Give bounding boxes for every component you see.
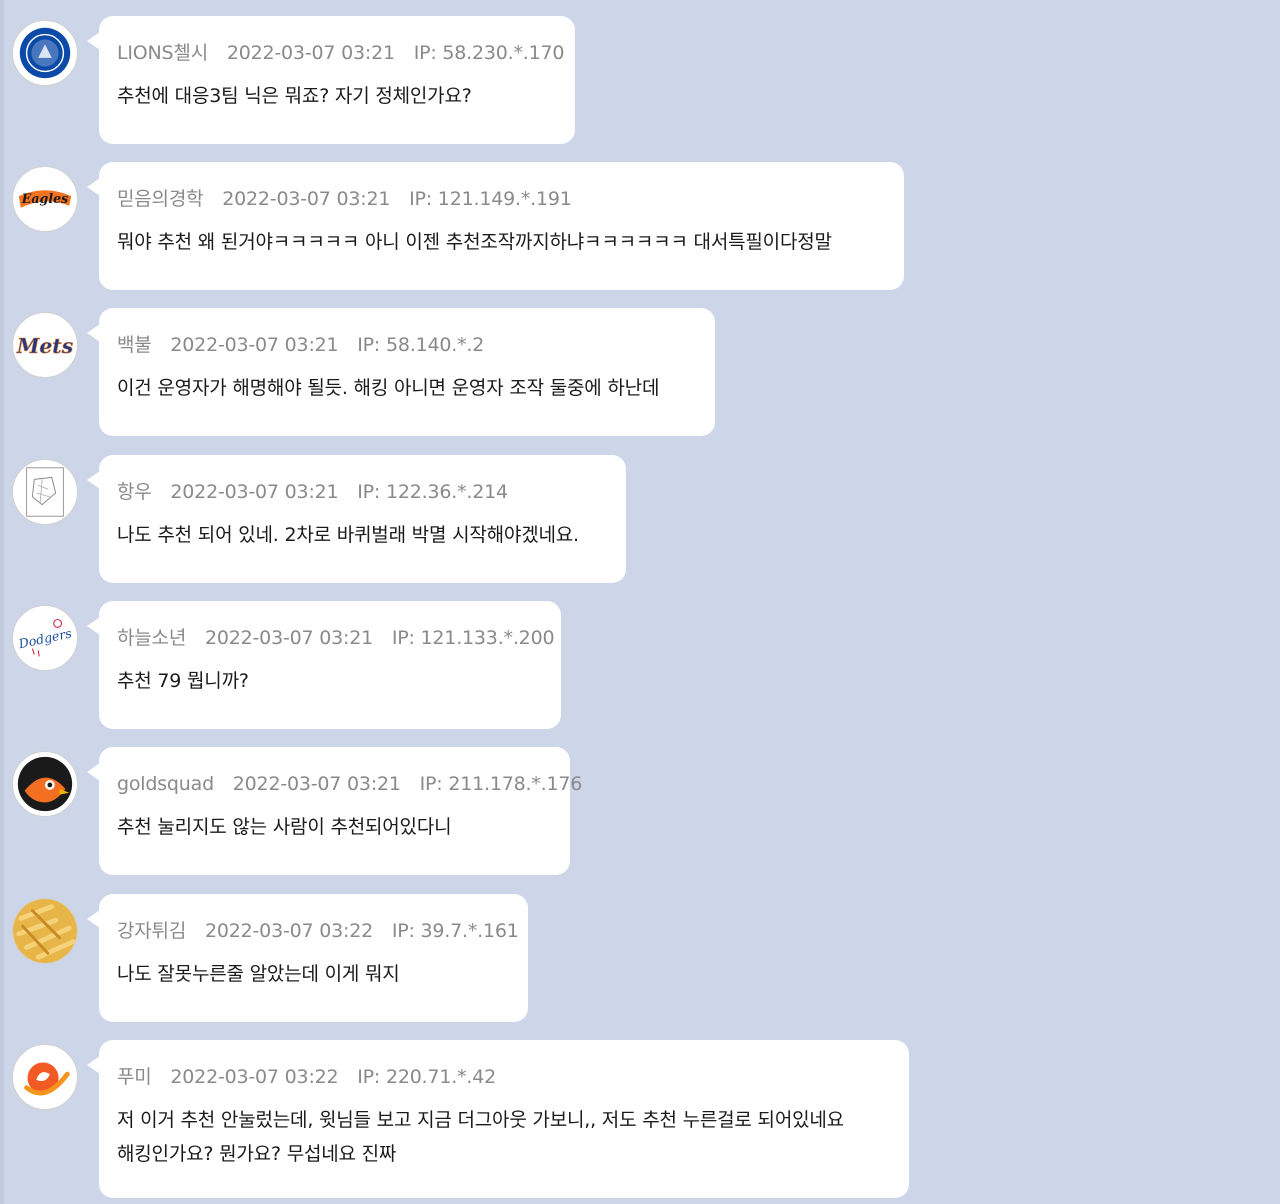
comment-meta: 강자튀김 2022-03-07 03:22 IP: 39.7.*.161 [117,918,519,944]
comment-ip: IP: 220.71.*.42 [357,1066,497,1088]
comment-ip: IP: 39.7.*.161 [391,920,519,942]
avatar[interactable]: Mets [12,312,78,378]
comment-ip: IP: 122.36.*.214 [357,481,508,503]
comment-text: 나도 추천 되어 있네. 2차로 바퀴벌래 박멸 시작해야겠네요. [117,524,579,546]
author-name[interactable]: 믿음의경학 [117,188,204,210]
comment-text: 이건 운영자가 해명해야 될듯. 해킹 아니면 운영자 조작 둘중에 하난데 [117,377,660,399]
comment-datetime: 2022-03-07 03:21 [170,481,339,503]
avatar[interactable] [12,1044,78,1110]
comment-ip: IP: 58.230.*.170 [413,42,565,64]
avatar[interactable] [12,459,78,525]
comment-meta: 하늘소년 2022-03-07 03:21 IP: 121.133.*.200 [117,625,555,651]
comment-meta: LIONS첼시 2022-03-07 03:21 IP: 58.230.*.17… [117,40,565,66]
comment-bubble: 항우 2022-03-07 03:21 IP: 122.36.*.214 나도 … [87,455,626,583]
french-fries-icon [13,899,77,963]
comment-meta: 믿음의경학 2022-03-07 03:21 IP: 121.149.*.191 [117,186,886,212]
comment-bubble: LIONS첼시 2022-03-07 03:21 IP: 58.230.*.17… [87,16,575,144]
author-name[interactable]: 항우 [117,481,152,503]
comment-ip: IP: 121.149.*.191 [409,188,572,210]
comment-meta: 푸미 2022-03-07 03:22 IP: 220.71.*.42 [117,1064,891,1090]
comment-bubble: goldsquad 2022-03-07 03:21 IP: 211.178.*… [87,747,582,875]
author-name[interactable]: 하늘소년 [117,627,186,649]
author-name[interactable]: LIONS첼시 [117,42,208,64]
comment-text: 추천에 대응3팀 닉은 뭐죠? 자기 정체인가요? [117,85,472,107]
comment-bubble: 푸미 2022-03-07 03:22 IP: 220.71.*.42 저 이거… [87,1040,909,1198]
comment-bubble: 강자튀김 2022-03-07 03:22 IP: 39.7.*.161 나도 … [87,894,528,1022]
comment-text-line: 저 이거 추천 안눌렀는데, 윗님들 보고 지금 더그아웃 가보니,, 저도 추… [117,1109,844,1131]
svg-text:Mets: Mets [16,334,74,358]
comment-bubble: 믿음의경학 2022-03-07 03:21 IP: 121.149.*.191… [87,162,904,290]
comment-text: 추천 79 뭡니까? [117,670,249,692]
avatar[interactable] [12,898,78,964]
left-edge [0,0,4,1204]
comment-bubble: 하늘소년 2022-03-07 03:21 IP: 121.133.*.200 … [87,601,561,729]
comment-datetime: 2022-03-07 03:21 [204,627,373,649]
comment-text: 추천 눌리지도 않는 사람이 추천되어있다니 [117,816,452,838]
author-name[interactable]: goldsquad [117,773,214,795]
avatar[interactable] [12,751,78,817]
comment-ip: IP: 121.133.*.200 [391,627,555,649]
comment-datetime: 2022-03-07 03:22 [170,1066,339,1088]
dodgers-logo-icon: Dodgers [16,619,73,657]
sketch-drawing-icon [26,467,64,517]
comment-datetime: 2022-03-07 03:21 [226,42,395,64]
svg-text:Eagles: Eagles [21,191,68,206]
avatar[interactable]: Eagles [12,166,78,232]
comment-datetime: 2022-03-07 03:21 [232,773,401,795]
mets-logo-icon: Mets [16,333,74,358]
author-name[interactable]: 강자튀김 [117,920,186,942]
comment-meta: 백불 2022-03-07 03:21 IP: 58.140.*.2 [117,332,697,358]
comment-datetime: 2022-03-07 03:22 [204,920,373,942]
comment-text-line: 해킹인가요? 뭔가요? 무섭네요 진짜 [117,1143,397,1165]
avatar[interactable] [12,20,78,86]
orioles-bird-icon [17,756,73,812]
comment-ip: IP: 211.178.*.176 [419,773,583,795]
author-name[interactable]: 백불 [117,334,152,356]
avatar[interactable]: Dodgers [12,605,78,671]
hanwha-eagles-logo-icon: Eagles [18,190,72,208]
comment-datetime: 2022-03-07 03:21 [222,188,391,210]
svg-text:Dodgers: Dodgers [16,625,73,651]
chelsea-crest-icon [19,27,71,79]
orange-swirl-logo-icon [24,1062,70,1096]
comment-text: 나도 잘못누른줄 알았는데 이게 뭐지 [117,963,400,985]
comment-bubble: 백불 2022-03-07 03:21 IP: 58.140.*.2 이건 운영… [87,308,715,436]
comment-text: 뭐야 추천 왜 된거야ㅋㅋㅋㅋㅋ 아니 이젠 추천조작까지하냐ㅋㅋㅋㅋㅋㅋ 대서… [117,231,832,253]
comment-meta: goldsquad 2022-03-07 03:21 IP: 211.178.*… [117,771,582,797]
comment-datetime: 2022-03-07 03:21 [170,334,339,356]
comment-meta: 항우 2022-03-07 03:21 IP: 122.36.*.214 [117,479,608,505]
comment-ip: IP: 58.140.*.2 [357,334,485,356]
author-name[interactable]: 푸미 [117,1066,152,1088]
comment-text: 저 이거 추천 안눌렀는데, 윗님들 보고 지금 더그아웃 가보니,, 저도 추… [117,1103,891,1171]
